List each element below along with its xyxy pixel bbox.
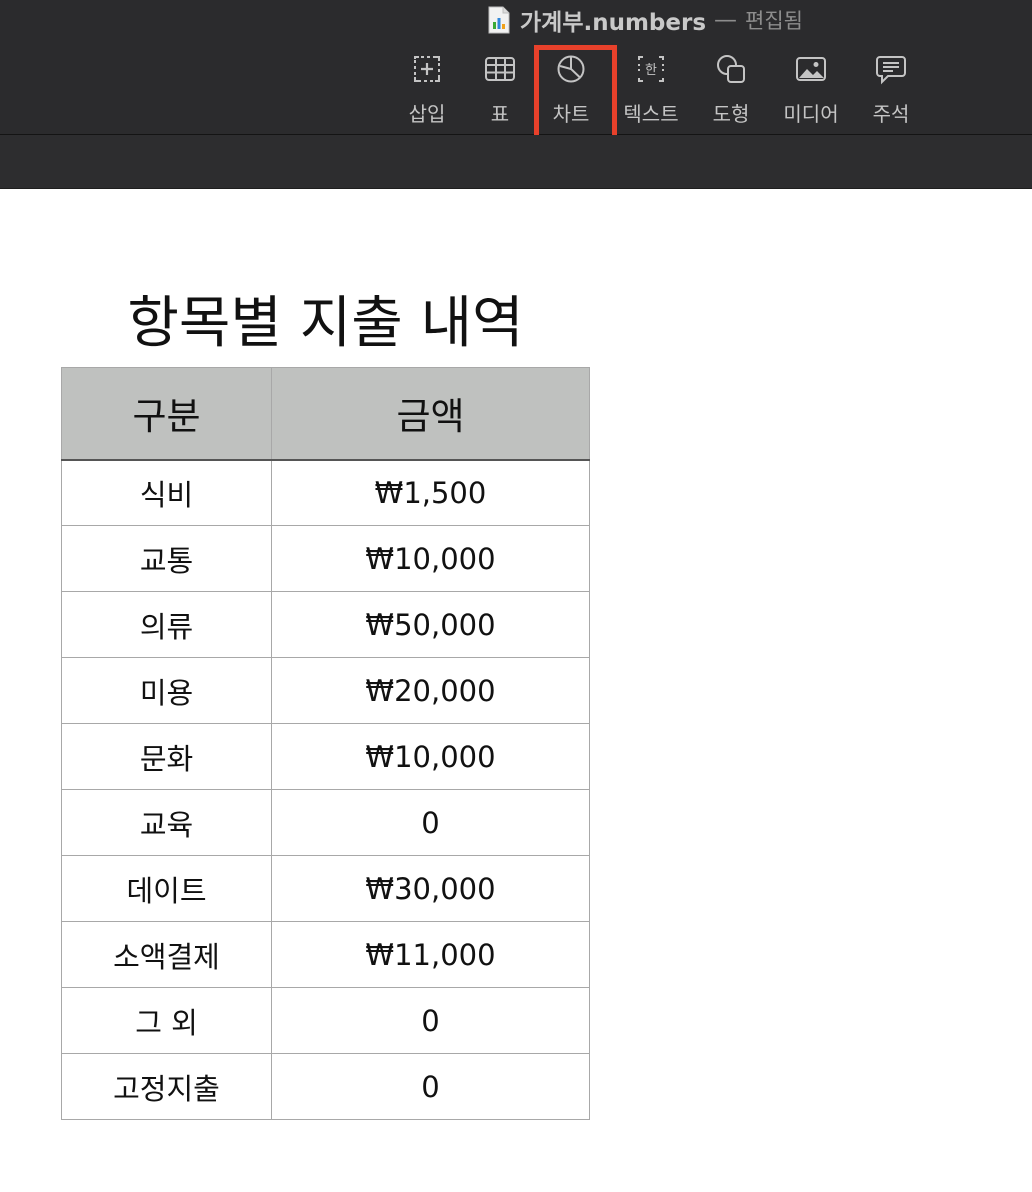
sheet-title: 항목별 지출 내역 xyxy=(127,291,524,356)
expense-table: 구분 금액 식비 ₩1,500 교통 ₩10,000 의류 ₩50,000 미용… xyxy=(61,367,590,1120)
table-row: 소액결제 ₩11,000 xyxy=(61,921,590,988)
chart-highlight-box xyxy=(534,45,617,148)
toolbar-media-label: 미디어 xyxy=(783,102,839,126)
media-icon xyxy=(796,57,826,81)
category-cell[interactable]: 고정지출 xyxy=(61,1053,272,1120)
numbers-document-icon xyxy=(488,6,510,34)
category-cell[interactable]: 소액결제 xyxy=(61,921,272,988)
header-category[interactable]: 구분 xyxy=(61,367,272,461)
app-toolbar: 가계부.numbers — 편집됨 삽입 표 차트 한 텍스트 도형 미디어 주… xyxy=(0,0,1032,148)
toolbar-shape-label: 도형 xyxy=(712,102,750,126)
amount-cell[interactable]: ₩10,000 xyxy=(271,525,590,592)
table-row: 교육 0 xyxy=(61,789,590,856)
table-row: 미용 ₩20,000 xyxy=(61,657,590,724)
amount-cell[interactable]: ₩10,000 xyxy=(271,723,590,790)
toolbar-insert-label: 삽입 xyxy=(408,102,446,126)
document-name: 가계부.numbers xyxy=(520,10,707,36)
amount-cell[interactable]: 0 xyxy=(271,789,590,856)
category-cell[interactable]: 문화 xyxy=(61,723,272,790)
text-icon-glyph: 한 xyxy=(645,63,657,78)
table-row: 식비 ₩1,500 xyxy=(61,459,590,526)
toolbar-media-button[interactable]: 미디어 xyxy=(771,52,851,132)
category-cell[interactable]: 미용 xyxy=(61,657,272,724)
toolbar-text-button[interactable]: 한 텍스트 xyxy=(611,52,691,132)
amount-cell[interactable]: ₩50,000 xyxy=(271,591,590,658)
shape-icon xyxy=(717,55,745,83)
category-cell[interactable]: 식비 xyxy=(61,459,272,526)
amount-cell[interactable]: ₩11,000 xyxy=(271,921,590,988)
toolbar-comment-label: 주석 xyxy=(872,102,910,126)
window-title: 가계부.numbers — 편집됨 xyxy=(486,4,803,36)
category-cell[interactable]: 의류 xyxy=(61,591,272,658)
amount-cell[interactable]: 0 xyxy=(271,987,590,1054)
table-icon xyxy=(485,57,515,81)
amount-cell[interactable]: ₩1,500 xyxy=(271,459,590,526)
category-cell[interactable]: 데이트 xyxy=(61,855,272,922)
table-row: 고정지출 0 xyxy=(61,1053,590,1120)
table-row: 데이트 ₩30,000 xyxy=(61,855,590,922)
category-cell[interactable]: 그 외 xyxy=(61,987,272,1054)
table-header-row: 구분 금액 xyxy=(61,367,590,461)
toolbar-shape-button[interactable]: 도형 xyxy=(691,52,771,132)
comment-icon xyxy=(876,56,906,85)
insert-icon xyxy=(414,56,440,82)
document-status: 편집됨 xyxy=(745,9,803,33)
toolbar-text-label: 텍스트 xyxy=(623,102,679,126)
amount-cell[interactable]: ₩30,000 xyxy=(271,855,590,922)
title-separator: — xyxy=(714,7,738,33)
table-row: 의류 ₩50,000 xyxy=(61,591,590,658)
category-cell[interactable]: 교육 xyxy=(61,789,272,856)
toolbar-table-button[interactable]: 표 xyxy=(460,52,540,132)
format-bar xyxy=(0,135,1032,189)
toolbar-table-label: 표 xyxy=(490,102,510,126)
table-row: 그 외 0 xyxy=(61,987,590,1054)
amount-cell[interactable]: ₩20,000 xyxy=(271,657,590,724)
category-cell[interactable]: 교통 xyxy=(61,525,272,592)
text-icon: 한 xyxy=(638,56,664,82)
toolbar-comment-button[interactable]: 주석 xyxy=(851,52,931,132)
toolbar-insert-button[interactable]: 삽입 xyxy=(387,52,467,132)
header-amount[interactable]: 금액 xyxy=(271,367,590,461)
table-row: 교통 ₩10,000 xyxy=(61,525,590,592)
table-row: 문화 ₩10,000 xyxy=(61,723,590,790)
amount-cell[interactable]: 0 xyxy=(271,1053,590,1120)
